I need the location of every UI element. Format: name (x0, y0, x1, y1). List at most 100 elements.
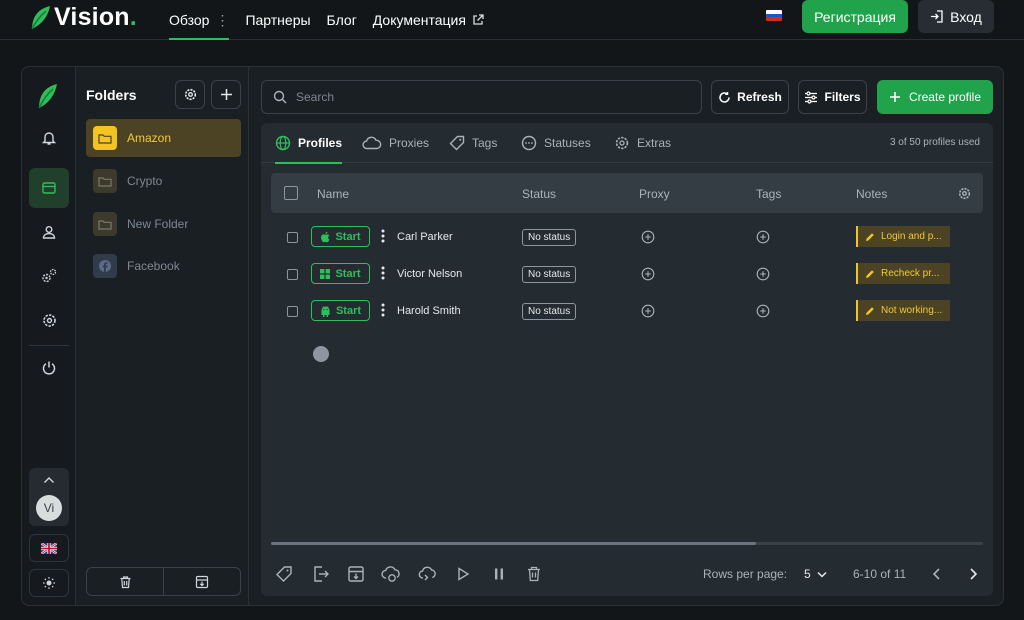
delete-folder-button[interactable] (87, 568, 164, 595)
folder-settings-button[interactable] (175, 80, 205, 109)
folder-item-amazon[interactable]: Amazon (86, 119, 241, 157)
add-proxy-icon[interactable] (641, 230, 655, 244)
tab-proxies[interactable]: Proxies (362, 123, 429, 163)
folders-title: Folders (86, 87, 137, 103)
search-box[interactable] (261, 80, 702, 114)
table-header: Name Status Proxy Tags Notes (271, 173, 983, 213)
loading-spinner (313, 346, 329, 362)
archive-icon[interactable] (347, 565, 365, 583)
tab-extras[interactable]: Extras (614, 123, 671, 163)
pencil-icon (866, 269, 874, 278)
vision-logo[interactable]: Vision. (30, 3, 137, 32)
filters-button[interactable]: Filters (798, 80, 867, 114)
trash-icon[interactable] (526, 565, 542, 583)
start-label: Start (335, 304, 362, 317)
search-input[interactable] (296, 90, 676, 104)
column-tags[interactable]: Tags (756, 187, 781, 201)
cloud-sync-icon[interactable] (381, 565, 401, 583)
login-button[interactable]: Вход (918, 0, 994, 33)
status-badge[interactable]: No status (522, 229, 577, 246)
archive-folder-button[interactable] (164, 568, 240, 595)
add-tag-icon[interactable] (756, 230, 770, 244)
more-vertical-icon[interactable] (381, 266, 385, 280)
note-chip[interactable]: Recheck pr... (856, 263, 950, 284)
profile-name[interactable]: Carl Parker (397, 231, 453, 243)
user-menu[interactable]: Vi (29, 468, 69, 526)
row-checkbox[interactable] (287, 306, 298, 317)
column-notes[interactable]: Notes (856, 187, 887, 201)
rows-per-page-select[interactable]: 5 (804, 567, 827, 581)
row-checkbox[interactable] (287, 232, 298, 243)
russia-flag-icon[interactable] (766, 10, 782, 21)
add-folder-button[interactable] (211, 80, 241, 109)
status-badge[interactable]: No status (522, 303, 577, 320)
add-tag-icon[interactable] (756, 267, 770, 281)
play-icon[interactable] (455, 565, 471, 583)
nav-overview[interactable]: Обзор ⋮ (169, 0, 230, 40)
table-row[interactable]: Start Harold Smith No status Not working… (271, 295, 983, 332)
column-proxy[interactable]: Proxy (639, 187, 670, 201)
prev-page-icon[interactable] (930, 566, 944, 582)
create-profile-button[interactable]: Create profile (877, 80, 993, 114)
more-vertical-icon[interactable] (381, 303, 385, 317)
theme-toggle-button[interactable] (29, 569, 69, 597)
logout-button[interactable] (29, 348, 69, 388)
folder-item-new-folder[interactable]: New Folder (86, 205, 241, 243)
add-proxy-icon[interactable] (641, 267, 655, 281)
tab-label: Extras (637, 136, 672, 150)
folder-label: Amazon (127, 131, 172, 145)
profiles-nav-button[interactable] (29, 168, 69, 208)
avatar[interactable]: Vi (36, 495, 62, 521)
profile-name[interactable]: Harold Smith (397, 305, 461, 317)
tab-label: Statuses (544, 136, 591, 150)
nav-docs[interactable]: Документация (373, 0, 484, 40)
nav-blog[interactable]: Блог (327, 0, 357, 40)
users-nav-button[interactable] (29, 212, 69, 252)
horizontal-scrollbar[interactable] (271, 542, 983, 545)
tab-tags[interactable]: Tags (449, 123, 497, 163)
transfer-icon[interactable] (417, 565, 437, 583)
column-status[interactable]: Status (522, 187, 556, 201)
refresh-button[interactable]: Refresh (711, 80, 789, 114)
add-proxy-icon[interactable] (641, 304, 655, 318)
add-tag-icon[interactable] (756, 304, 770, 318)
rows-per-page-label: Rows per page: (703, 567, 788, 581)
scrollbar-thumb[interactable] (271, 542, 756, 545)
tag-icon[interactable] (275, 565, 293, 583)
table-row[interactable]: Start Carl Parker No status Login and p.… (271, 221, 983, 258)
gear-icon (184, 88, 196, 101)
automation-nav-button[interactable] (29, 256, 69, 296)
column-settings-icon[interactable] (957, 186, 972, 201)
tab-profiles[interactable]: Profiles (275, 123, 343, 164)
folder-label: Facebook (127, 259, 180, 273)
folder-item-facebook[interactable]: Facebook (86, 247, 241, 285)
row-checkbox[interactable] (287, 269, 298, 280)
more-dots-icon[interactable]: ⋮ (215, 12, 229, 29)
next-page-icon[interactable] (966, 566, 980, 582)
folder-item-crypto[interactable]: Crypto (86, 162, 241, 200)
export-icon[interactable] (312, 565, 330, 583)
pagination-range: 6-10 of 11 (853, 567, 907, 581)
profile-name[interactable]: Victor Nelson (397, 268, 462, 280)
more-vertical-icon[interactable] (381, 229, 385, 243)
note-chip[interactable]: Login and p... (856, 226, 950, 247)
folders-panel: Folders Amazon Crypto New Folder Faceboo… (77, 67, 249, 605)
column-name[interactable]: Name (317, 187, 349, 201)
select-all-checkbox[interactable] (284, 186, 298, 200)
nav-partners[interactable]: Партнеры (245, 0, 310, 40)
tab-bar: Profiles Proxies Tags Statuses Extras 3 … (261, 123, 993, 164)
logo-dot: . (129, 3, 137, 31)
start-button[interactable]: Start (311, 226, 370, 247)
status-badge[interactable]: No status (522, 266, 577, 283)
register-button[interactable]: Регистрация (802, 0, 908, 33)
table-row[interactable]: Start Victor Nelson No status Recheck pr… (271, 258, 983, 295)
note-chip[interactable]: Not working... (856, 300, 950, 321)
start-button[interactable]: Start (311, 300, 370, 321)
tab-statuses[interactable]: Statuses (521, 123, 591, 163)
notifications-button[interactable] (29, 118, 69, 158)
settings-nav-button[interactable] (29, 300, 69, 340)
language-switch-button[interactable] (29, 534, 69, 562)
start-button[interactable]: Start (311, 263, 370, 284)
pause-icon[interactable] (491, 565, 507, 583)
profiles-panel: Profiles Proxies Tags Statuses Extras 3 … (261, 123, 993, 596)
